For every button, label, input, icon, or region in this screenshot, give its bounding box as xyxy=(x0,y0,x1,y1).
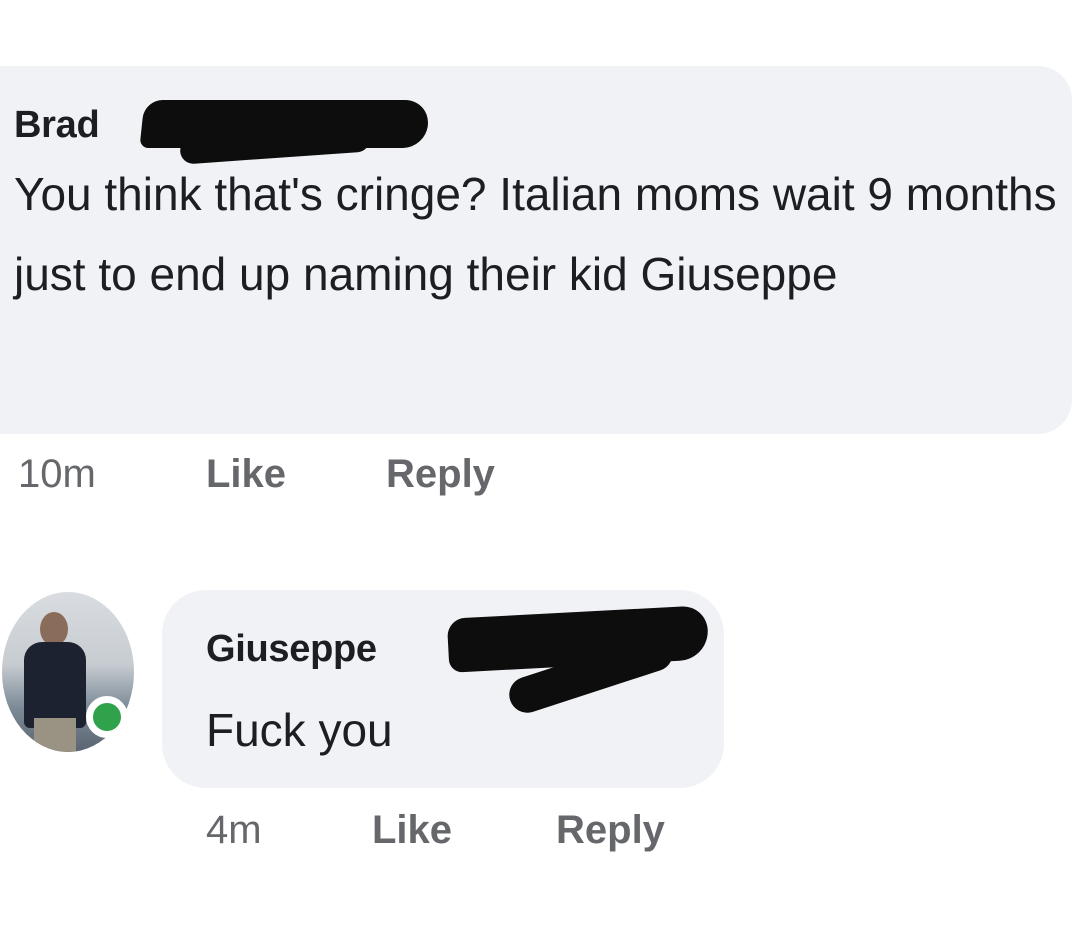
comment-author[interactable]: Brad xyxy=(14,104,100,147)
comment-text: You think that's cringe? Italian moms wa… xyxy=(14,168,1057,300)
reply-actions: 4m Like Reply xyxy=(206,808,665,853)
reply-text: Fuck you xyxy=(206,704,393,756)
like-button[interactable]: Like xyxy=(372,808,556,853)
reply-timestamp[interactable]: 4m xyxy=(206,808,372,853)
online-status-icon xyxy=(86,696,128,738)
like-button[interactable]: Like xyxy=(206,452,386,497)
reply-author[interactable]: Giuseppe xyxy=(206,628,377,671)
reply-button[interactable]: Reply xyxy=(386,452,495,497)
comment-actions: 10m Like Reply xyxy=(18,452,495,497)
comment-timestamp[interactable]: 10m xyxy=(18,452,206,497)
reply-button[interactable]: Reply xyxy=(556,808,665,853)
